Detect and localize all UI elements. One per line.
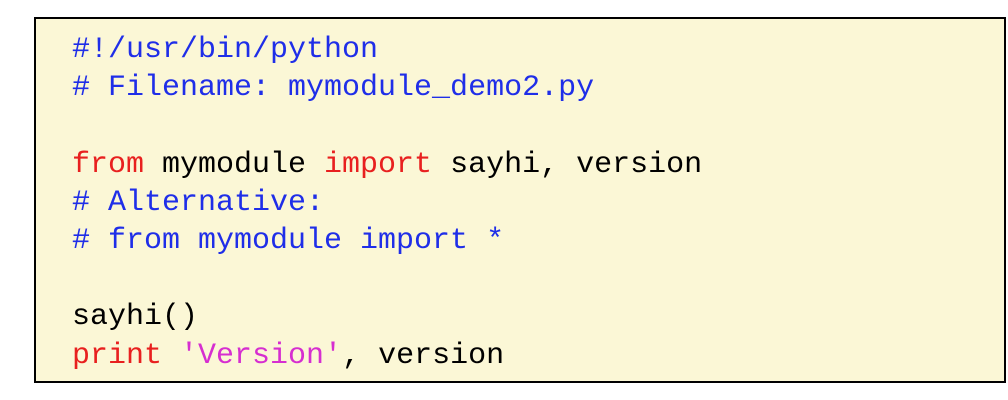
code-line-4: from mymodule import sayhi, version	[72, 146, 702, 184]
code-block: #!/usr/bin/python # Filename: mymodule_de…	[72, 31, 702, 375]
code-text: sayhi, version	[432, 147, 703, 182]
code-text: , version	[342, 338, 505, 373]
code-line-2: # Filename: mymodule_demo2.py	[72, 69, 702, 107]
code-text: mymodule	[144, 147, 325, 182]
code-line-7-blank	[72, 260, 702, 298]
code-line-6: # from mymodule import *	[72, 222, 702, 260]
code-keyword: print	[72, 338, 163, 373]
code-comment: # Filename: mymodule_demo2.py	[72, 71, 595, 106]
code-comment: # Alternative:	[72, 185, 325, 220]
code-line-9: print 'Version', version	[72, 337, 702, 375]
code-line-8: sayhi()	[72, 298, 702, 336]
code-line-1: #!/usr/bin/python	[72, 31, 702, 69]
code-line-5: # Alternative:	[72, 184, 702, 222]
code-comment: #!/usr/bin/python	[72, 33, 379, 67]
code-listing-box: #!/usr/bin/python # Filename: mymodule_de…	[34, 17, 1006, 383]
code-string: 'Version'	[180, 338, 343, 373]
code-keyword: from	[72, 147, 145, 182]
code-comment: # from mymodule import *	[72, 223, 505, 258]
code-keyword: import	[324, 147, 433, 182]
code-text: sayhi()	[72, 300, 199, 335]
code-line-3-blank	[72, 107, 702, 145]
